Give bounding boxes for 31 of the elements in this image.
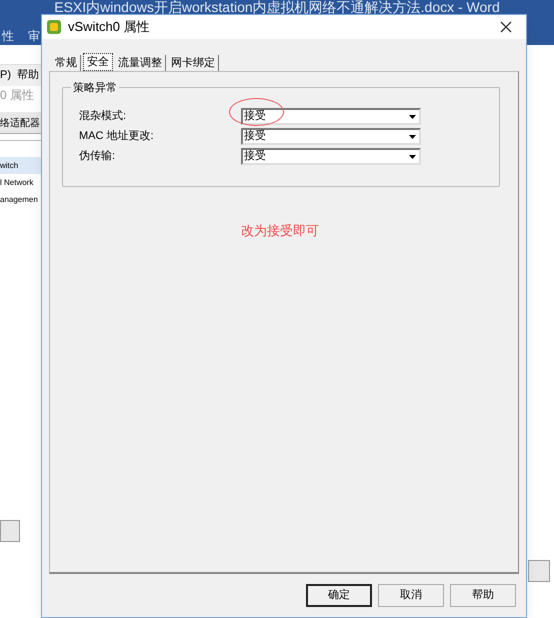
caret-icon [409,114,416,118]
app-logo-icon [46,19,62,35]
side-button[interactable] [528,560,550,582]
setting-label: 混杂模式: [79,109,128,124]
dropdown[interactable]: 接受 [241,128,421,145]
list-item[interactable]: witch [0,157,41,174]
menu-item[interactable]: 帮助 [17,67,39,84]
close-icon[interactable] [500,21,512,33]
setting-label: MAC 地址更改: [79,129,155,144]
tab[interactable]: 流量调整 [115,55,166,71]
panel-title: 0 属性 [0,87,36,104]
dropdown[interactable]: 接受 [241,108,421,125]
tab[interactable]: 常规 [52,55,81,71]
menu-item[interactable]: P) [0,67,11,84]
ribbon-tab[interactable]: 审 [28,27,40,45]
side-button[interactable] [0,520,20,542]
caret-icon [409,134,416,138]
window-title: ESXI内windows开启workstation内虚拟机网络不通解决方法.docx - Word [53,0,501,17]
dialog-button[interactable]: 确定 [306,584,372,607]
list-item[interactable]: l Network [0,174,41,191]
annotation-text: 改为接受即可 [241,222,319,240]
setting-label: 伪传输: [79,149,116,164]
ribbon-tab[interactable]: 性 [2,27,14,45]
dialog-title: vSwitch0 属性 [68,18,151,36]
dialog-button[interactable]: 取消 [378,584,444,607]
tab[interactable]: 络适配器 [0,112,41,134]
tab[interactable]: 安全 [83,53,113,71]
dropdown[interactable]: 接受 [241,148,421,165]
caret-icon [409,154,416,158]
list-item[interactable]: anagemen [0,191,41,208]
dialog-button[interactable]: 帮助 [450,584,516,607]
